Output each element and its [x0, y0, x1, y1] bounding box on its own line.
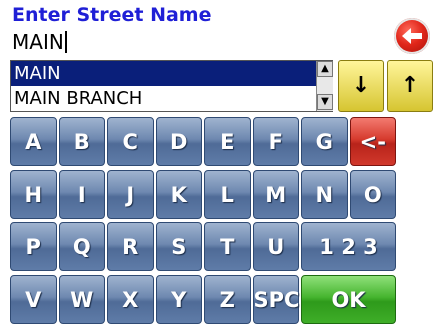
key-f[interactable]: F [252, 117, 299, 166]
key-a[interactable]: A [10, 117, 57, 166]
key-g[interactable]: G [301, 117, 348, 166]
key-o[interactable]: O [349, 170, 396, 219]
back-button[interactable] [394, 18, 430, 54]
key-spc[interactable]: SPC [252, 275, 299, 324]
back-arrow-icon [402, 28, 422, 44]
key-m[interactable]: M [252, 170, 299, 219]
down-arrow-icon: ↓ [351, 73, 371, 98]
key-l[interactable]: L [204, 170, 251, 219]
key-u[interactable]: U [252, 222, 299, 271]
street-input[interactable]: MAIN [12, 28, 312, 56]
key-123[interactable]: 1 2 3 [301, 222, 396, 271]
key-w[interactable]: W [58, 275, 105, 324]
key-h[interactable]: H [10, 170, 57, 219]
key-y[interactable]: Y [155, 275, 202, 324]
suggestion-item[interactable]: MAIN [11, 61, 316, 86]
key-ok[interactable]: OK [301, 275, 396, 324]
list-scrollbar[interactable]: ▲ ▼ [316, 61, 333, 111]
scroll-down-arrow-icon[interactable]: ▼ [317, 94, 333, 110]
scroll-up-arrow-icon[interactable]: ▲ [317, 61, 333, 77]
key-x[interactable]: X [107, 275, 154, 324]
down-arrow-button[interactable]: ↓ [338, 60, 384, 112]
suggestion-list[interactable]: MAIN MAIN BRANCH ▲ ▼ [10, 60, 333, 112]
key-r[interactable]: R [107, 222, 154, 271]
key-p[interactable]: P [10, 222, 57, 271]
text-caret [64, 31, 67, 53]
prompt-label: Enter Street Name [12, 4, 212, 26]
up-arrow-icon: ↑ [400, 73, 420, 98]
key-b[interactable]: B [58, 117, 105, 166]
up-arrow-button[interactable]: ↑ [387, 60, 433, 112]
key-c[interactable]: C [107, 117, 154, 166]
key-n[interactable]: N [301, 170, 348, 219]
suggestion-item[interactable]: MAIN BRANCH [11, 86, 316, 111]
key-z[interactable]: Z [204, 275, 251, 324]
key-v[interactable]: V [10, 275, 57, 324]
key-t[interactable]: T [204, 222, 251, 271]
key-q[interactable]: Q [58, 222, 105, 271]
key-s[interactable]: S [155, 222, 202, 271]
key-d[interactable]: D [155, 117, 202, 166]
key-j[interactable]: J [107, 170, 154, 219]
key-backspace[interactable]: <- [349, 117, 396, 166]
key-k[interactable]: K [155, 170, 202, 219]
key-e[interactable]: E [204, 117, 251, 166]
street-input-value: MAIN [12, 30, 64, 54]
key-i[interactable]: I [58, 170, 105, 219]
